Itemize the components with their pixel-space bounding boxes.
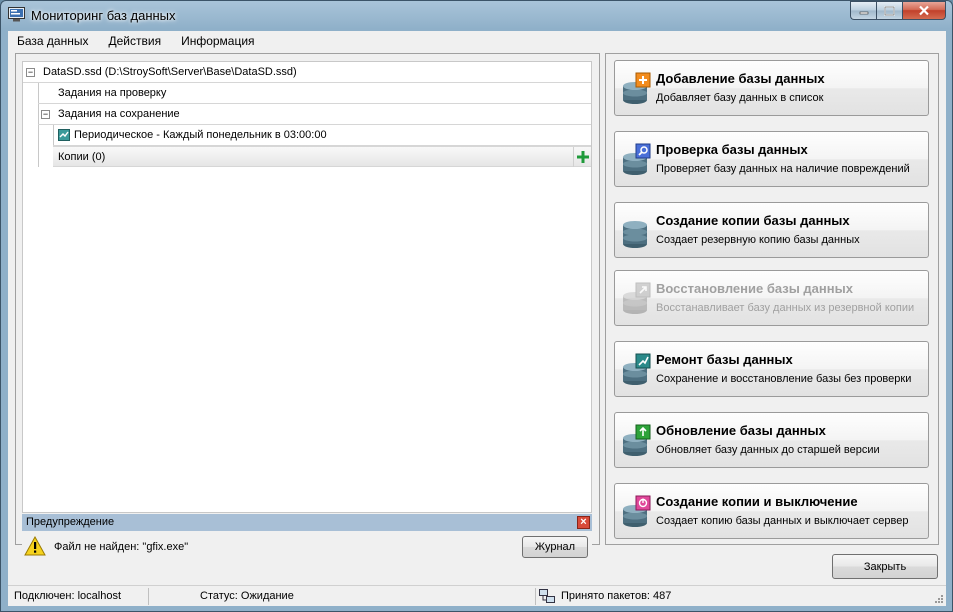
close-button[interactable]: Закрыть — [832, 554, 938, 579]
tree-row-save-tasks[interactable]: − Задания на сохранение — [38, 104, 591, 125]
status-bar: Подключен: localhost Статус: Ожидание Пр… — [8, 585, 946, 606]
warning-panel: Предупреждение × Файл не найден: "gfix.e… — [22, 514, 592, 564]
client-area: База данных Действия Информация − DataSD… — [8, 31, 946, 606]
minimize-button[interactable] — [850, 1, 876, 20]
menu-info[interactable]: Информация — [172, 31, 265, 51]
add-copy-button[interactable] — [573, 147, 591, 167]
actions-panel: Добавление базы данных Добавляет базу да… — [605, 53, 939, 545]
database-panel: − DataSD.ssd (D:\StroySoft\Server\Base\D… — [15, 53, 600, 564]
maximize-button[interactable] — [876, 1, 902, 20]
tree-row-root[interactable]: − DataSD.ssd (D:\StroySoft\Server\Base\D… — [23, 62, 591, 83]
action-description: Добавляет базу данных в список — [656, 92, 824, 104]
menu-database[interactable]: База данных — [8, 31, 99, 51]
warning-header: Предупреждение × — [22, 514, 592, 531]
schedule-task-icon — [58, 129, 70, 141]
action-backup-database[interactable]: Создание копии базы данных Создает резер… — [614, 202, 929, 258]
action-title: Восстановление базы данных — [656, 281, 853, 296]
database-tree[interactable]: − DataSD.ssd (D:\StroySoft\Server\Base\D… — [22, 61, 592, 513]
collapse-icon[interactable]: − — [41, 110, 50, 119]
plus-icon — [577, 151, 589, 163]
action-title: Обновление базы данных — [656, 423, 826, 438]
action-update-database[interactable]: Обновление базы данных Обновляет базу да… — [614, 412, 929, 468]
status-state: Статус: Ожидание — [200, 590, 294, 602]
action-description: Обновляет базу данных до старшей версии — [656, 444, 880, 456]
close-window-button[interactable] — [902, 1, 946, 20]
tree-root-label: DataSD.ssd (D:\StroySoft\Server\Base\Dat… — [43, 66, 297, 78]
window-controls — [850, 1, 946, 21]
tree-row-copies[interactable]: Копии (0) — [53, 146, 591, 167]
collapse-icon[interactable]: − — [26, 68, 35, 77]
database-repair-icon — [623, 353, 651, 385]
action-repair-database[interactable]: Ремонт базы данных Сохранение и восстано… — [614, 341, 929, 397]
action-description: Сохранение и восстановление базы без про… — [656, 373, 912, 385]
close-icon — [919, 5, 929, 16]
window-title: Мониторинг баз данных — [31, 8, 176, 23]
title-bar[interactable]: Мониторинг баз данных — [1, 1, 952, 31]
periodic-task-label: Периодическое - Каждый понедельник в 03:… — [74, 129, 327, 141]
action-title: Создание копии базы данных — [656, 213, 850, 228]
action-title: Ремонт базы данных — [656, 352, 793, 367]
database-backup-icon — [623, 221, 647, 248]
journal-button-label: Журнал — [534, 541, 576, 553]
warning-icon — [24, 536, 46, 556]
status-separator — [535, 588, 536, 605]
status-separator — [148, 588, 149, 605]
monitor-app-icon — [8, 7, 25, 22]
warning-message: Файл не найден: "gfix.exe" — [54, 541, 189, 553]
tree-row-check-tasks[interactable]: Задания на проверку — [38, 83, 591, 104]
action-description: Восстанавливает базу данных из резервной… — [656, 302, 915, 314]
action-description: Создает резервную копию базы данных — [656, 234, 860, 246]
action-title: Добавление базы данных — [656, 71, 825, 86]
database-backup-shutdown-icon — [623, 495, 651, 527]
main-window: Мониторинг баз данных База данных Действ… — [0, 0, 953, 612]
resize-grip-icon[interactable] — [934, 594, 944, 604]
status-packets: Принято пакетов: 487 — [561, 590, 672, 602]
warning-title: Предупреждение — [26, 516, 115, 528]
status-connection: Подключен: localhost — [14, 590, 122, 602]
menu-bar: База данных Действия Информация — [8, 31, 946, 51]
warning-body: Файл не найден: "gfix.exe" Журнал — [22, 531, 592, 564]
database-update-icon — [623, 424, 651, 456]
network-icon — [539, 589, 555, 603]
close-icon: × — [580, 516, 587, 528]
database-check-icon — [623, 143, 651, 175]
tree-save-tasks-label: Задания на сохранение — [58, 108, 180, 120]
action-backup-shutdown[interactable]: Создание копии и выключение Создает копи… — [614, 483, 929, 539]
action-title: Проверка базы данных — [656, 142, 808, 157]
action-title: Создание копии и выключение — [656, 494, 858, 509]
minimize-icon — [859, 11, 868, 14]
close-button-label: Закрыть — [863, 561, 907, 573]
database-restore-icon — [623, 282, 651, 314]
action-restore-database: Восстановление базы данных Восстанавлива… — [614, 270, 929, 326]
action-description: Создает копию базы данных и выключает се… — [656, 515, 909, 527]
action-check-database[interactable]: Проверка базы данных Проверяет базу данн… — [614, 131, 929, 187]
copies-label: Копии (0) — [58, 151, 106, 163]
tree-check-tasks-label: Задания на проверку — [58, 87, 167, 99]
menu-actions[interactable]: Действия — [99, 31, 172, 51]
database-add-icon — [623, 72, 651, 104]
maximize-icon — [884, 5, 895, 16]
warning-close-button[interactable]: × — [577, 516, 590, 529]
tree-row-periodic-task[interactable]: Периодическое - Каждый понедельник в 03:… — [53, 125, 591, 146]
journal-button[interactable]: Журнал — [522, 536, 588, 558]
action-description: Проверяет базу данных на наличие поврежд… — [656, 163, 910, 175]
action-add-database[interactable]: Добавление базы данных Добавляет базу да… — [614, 60, 929, 116]
